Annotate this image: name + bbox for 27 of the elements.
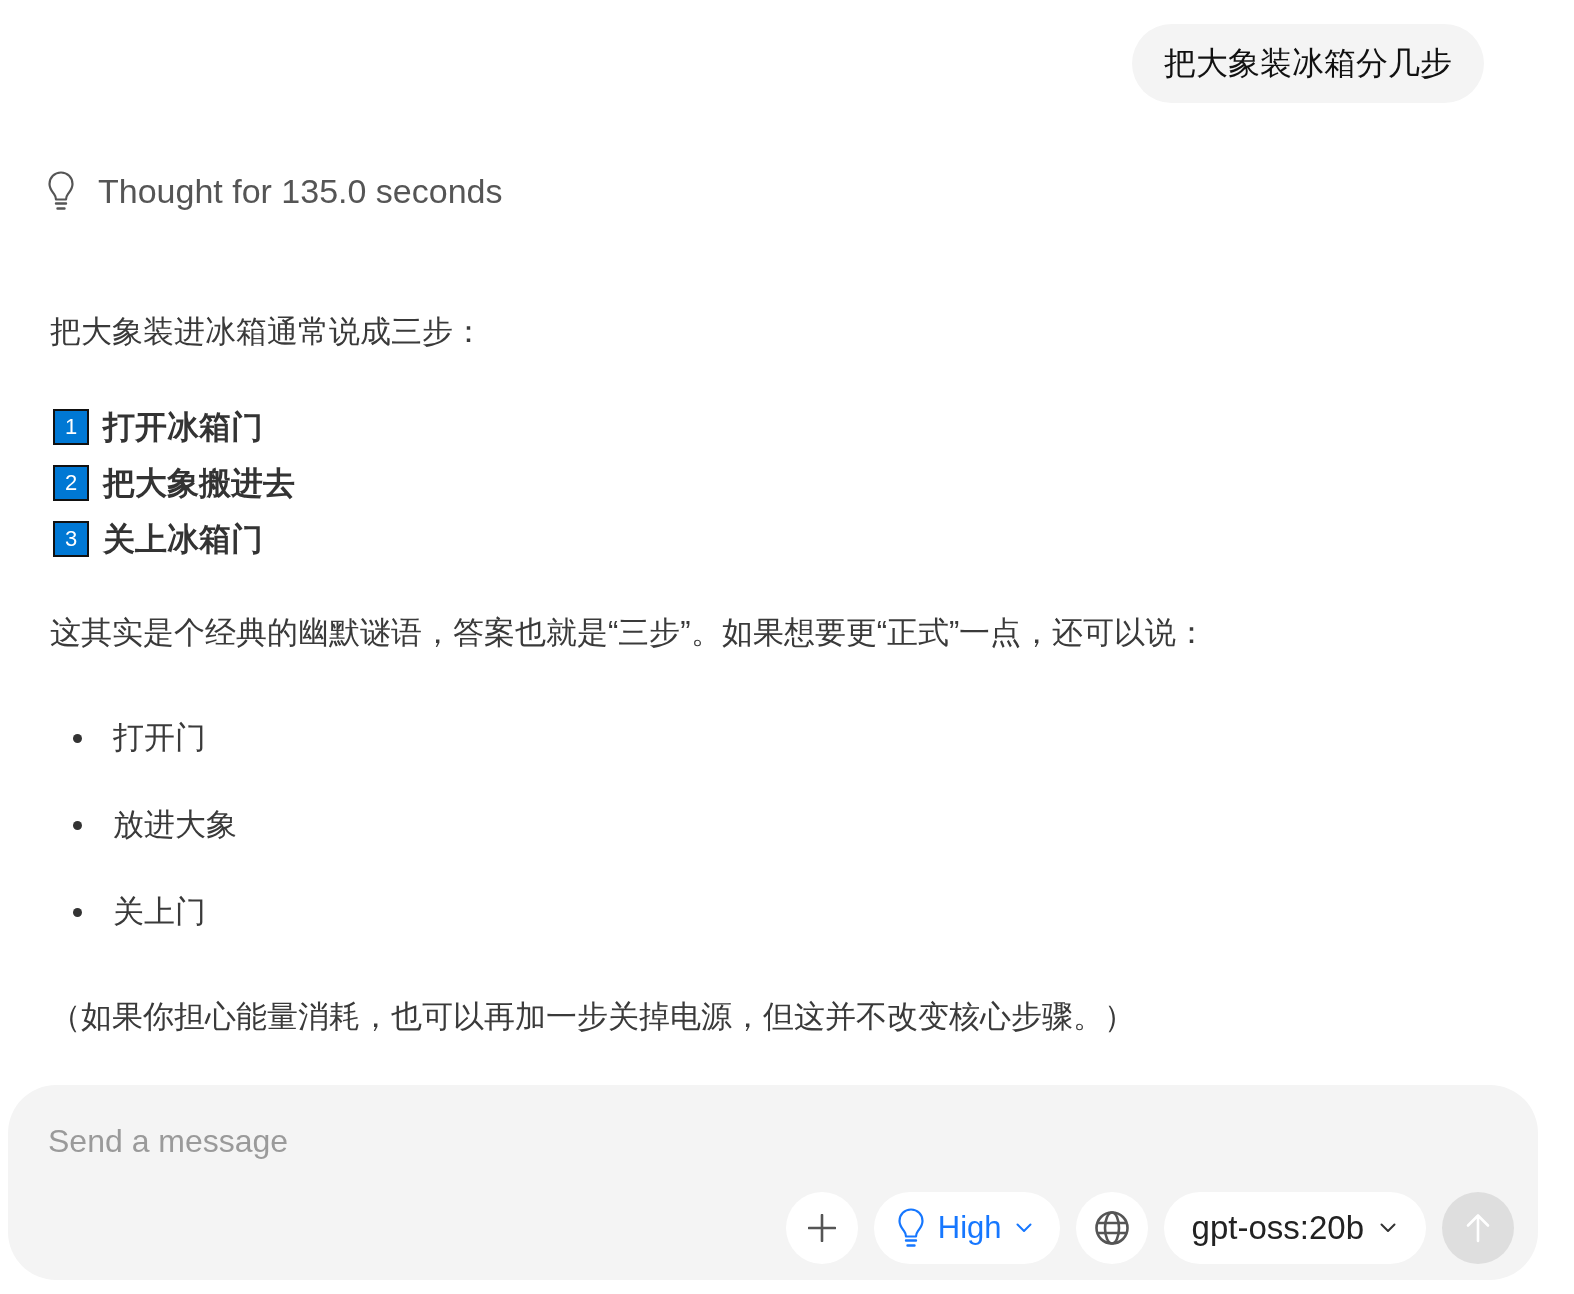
bullet-icon <box>73 733 82 743</box>
list-item-text: 放进大象 <box>113 806 237 844</box>
message-input[interactable]: Send a message <box>48 1121 748 1161</box>
lightbulb-icon <box>48 171 74 211</box>
arrow-up-icon <box>1466 1213 1490 1243</box>
user-message-bubble: 把大象装冰箱分几步 <box>1132 24 1484 103</box>
model-selector-dropdown[interactable]: gpt-oss:20b <box>1163 1192 1426 1264</box>
step-text: 关上冰箱门 <box>103 520 263 559</box>
step-number-badge: 1 <box>53 409 89 445</box>
answer-intro-text: 把大象装进冰箱通常说成三步： <box>50 313 484 351</box>
thought-duration-label: Thought for 135.0 seconds <box>98 171 503 211</box>
step-text: 把大象搬进去 <box>103 464 295 503</box>
bullet-icon <box>73 820 82 830</box>
chevron-down-icon <box>1380 1223 1396 1233</box>
list-item-text: 关上门 <box>113 893 206 931</box>
note-text: （如果你担心能量消耗，也可以再加一步关掉电源，但这并不改变核心步骤。） <box>50 998 1135 1036</box>
step-number-badge: 2 <box>53 465 89 501</box>
list-item-text: 打开门 <box>113 719 206 757</box>
step-text: 打开冰箱门 <box>103 408 263 447</box>
answer-paragraph: 这其实是个经典的幽默谜语，答案也就是“三步”。如果想要更“正式”一点，还可以说： <box>50 614 1208 652</box>
step-number-badge: 3 <box>53 521 89 557</box>
reasoning-effort-dropdown[interactable]: High <box>873 1192 1060 1264</box>
lightbulb-icon <box>897 1208 924 1248</box>
plus-icon <box>807 1214 836 1242</box>
globe-icon <box>1094 1211 1129 1245</box>
chevron-down-icon <box>1015 1223 1032 1233</box>
bullet-icon <box>73 907 82 917</box>
